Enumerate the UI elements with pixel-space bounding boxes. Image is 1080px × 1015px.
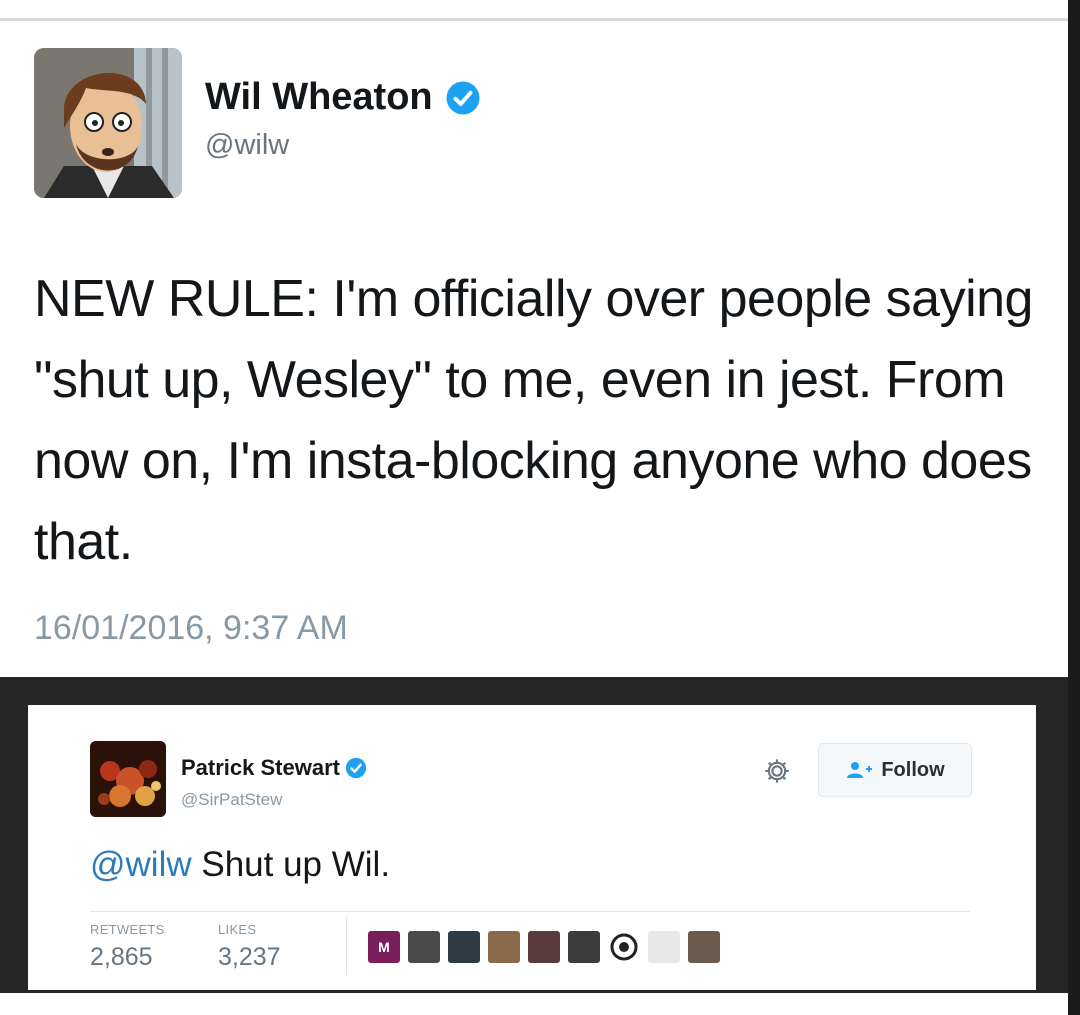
- tweet-text-body: Shut up Wil.: [191, 845, 391, 884]
- gear-icon[interactable]: [763, 757, 791, 785]
- separator-band: [0, 677, 1068, 705]
- frame-right-edge: [1068, 0, 1080, 1015]
- follow-label: Follow: [881, 758, 945, 781]
- liker-avatar[interactable]: [448, 931, 480, 963]
- tweet-text: @wilw Shut up Wil.: [90, 845, 390, 885]
- avatar[interactable]: [90, 741, 166, 817]
- liker-avatar[interactable]: [528, 931, 560, 963]
- author-name[interactable]: Patrick Stewart: [181, 755, 367, 781]
- mention-link[interactable]: @wilw: [90, 845, 192, 884]
- liker-avatar[interactable]: [568, 931, 600, 963]
- author-name-text[interactable]: Wil Wheaton: [205, 76, 433, 119]
- tweet-timestamp[interactable]: 16/01/2016, 9:37 AM: [34, 609, 348, 648]
- liker-badge-letter: M: [378, 939, 390, 955]
- tweet-patrick-stewart: Patrick Stewart @SirPatStew Follow @wilw…: [28, 705, 1036, 990]
- add-user-icon: [847, 762, 873, 778]
- liker-avatar[interactable]: [488, 931, 520, 963]
- liker-avatar[interactable]: [408, 931, 440, 963]
- liker-avatar[interactable]: M: [368, 931, 400, 963]
- stats-divider: [90, 911, 970, 912]
- liker-avatar[interactable]: [688, 931, 720, 963]
- retweets-stat[interactable]: RETWEETS 2,865: [90, 922, 165, 972]
- liker-avatar[interactable]: [608, 931, 640, 963]
- avatar[interactable]: [34, 48, 182, 198]
- verified-badge-icon: [345, 757, 367, 779]
- author-name-text[interactable]: Patrick Stewart: [181, 755, 340, 781]
- follow-button[interactable]: Follow: [818, 743, 972, 797]
- author-name[interactable]: Wil Wheaton: [205, 76, 481, 119]
- liker-avatars: M: [368, 931, 720, 963]
- likes-label: LIKES: [218, 922, 257, 937]
- tweet-text: NEW RULE: I'm officially over people say…: [34, 270, 1033, 571]
- retweets-count[interactable]: 2,865: [90, 943, 165, 972]
- author-handle[interactable]: @wilw: [205, 129, 289, 162]
- tweet-wil-wheaton: Wil Wheaton @wilw NEW RULE: I'm official…: [0, 21, 1068, 677]
- likes-stat[interactable]: LIKES 3,237: [218, 922, 281, 972]
- frame-left: [0, 705, 28, 993]
- verified-badge-icon: [446, 81, 480, 114]
- liker-avatar[interactable]: [648, 931, 680, 963]
- author-handle[interactable]: @SirPatStew: [181, 790, 282, 810]
- frame-right-inner: [1036, 705, 1068, 993]
- frame-bottom: [0, 993, 1068, 1015]
- retweets-label: RETWEETS: [90, 922, 165, 937]
- stats-separator: [346, 917, 347, 975]
- likes-count[interactable]: 3,237: [218, 943, 281, 972]
